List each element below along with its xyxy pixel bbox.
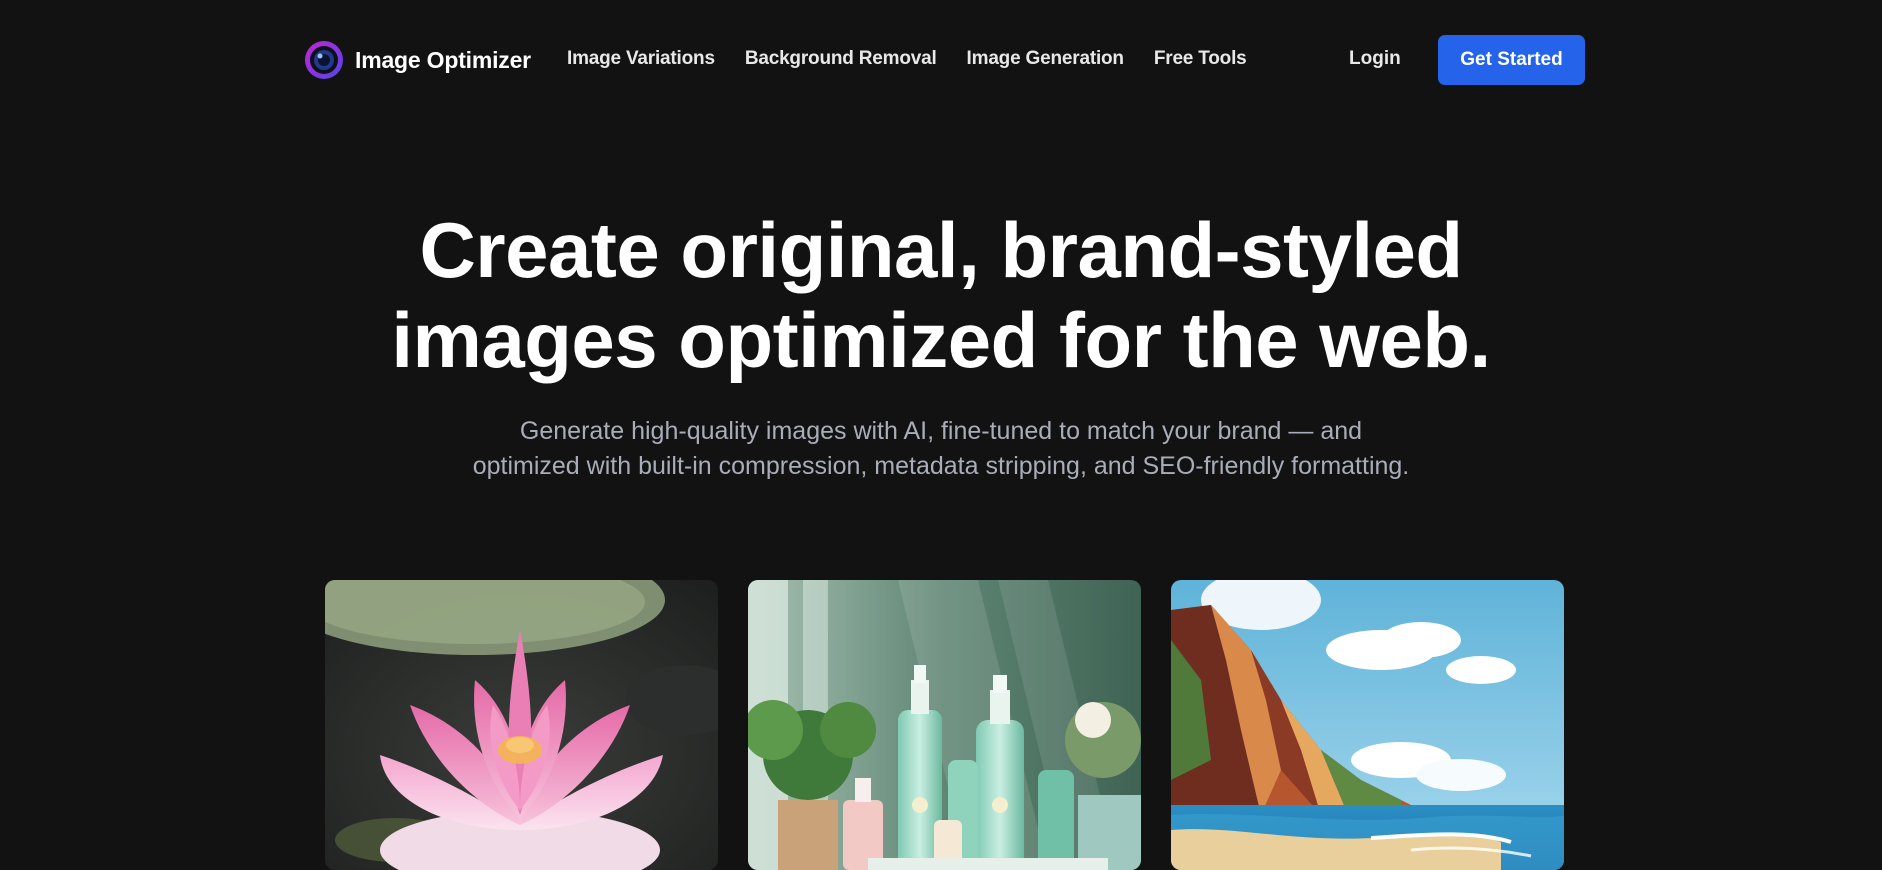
nav-link-background-removal[interactable]: Background Removal — [745, 48, 937, 69]
brand-name: Image Optimizer — [355, 46, 531, 73]
hero-subtitle: Generate high-quality images with AI, fi… — [472, 417, 1410, 480]
nav-link-free-tools[interactable]: Free Tools — [1154, 48, 1247, 69]
hero-title-line-2: images optimized for the web. — [391, 296, 1491, 384]
coast-illustration — [1171, 580, 1564, 870]
lotus-illustration — [325, 580, 718, 870]
login-link[interactable]: Login — [1349, 48, 1401, 70]
brand-logo-link[interactable]: Image Optimizer — [303, 38, 531, 82]
nav-link-image-variations[interactable]: Image Variations — [567, 48, 715, 69]
nav-item: Free Tools — [1154, 48, 1247, 70]
nav-item: Background Removal — [745, 48, 937, 70]
hero-title-line-1: Create original, brand-styled — [419, 206, 1463, 294]
top-navbar: Image Optimizer Image Variations Backgro… — [0, 0, 1882, 120]
primary-nav: Image Variations Background Removal Imag… — [567, 48, 1247, 70]
logo-lens-icon — [305, 41, 343, 79]
get-started-button[interactable]: Get Started — [1438, 35, 1585, 85]
nav-link-image-generation[interactable]: Image Generation — [967, 48, 1124, 69]
gallery-image-bottles — [748, 580, 1141, 870]
example-gallery — [325, 580, 1564, 870]
nav-item: Image Generation — [967, 48, 1124, 70]
nav-item: Image Variations — [567, 48, 715, 70]
bottles-illustration — [748, 580, 1141, 870]
gallery-image-coast — [1171, 580, 1564, 870]
hero-title: Create original, brand-styled images opt… — [0, 205, 1882, 385]
gallery-image-lotus — [325, 580, 718, 870]
